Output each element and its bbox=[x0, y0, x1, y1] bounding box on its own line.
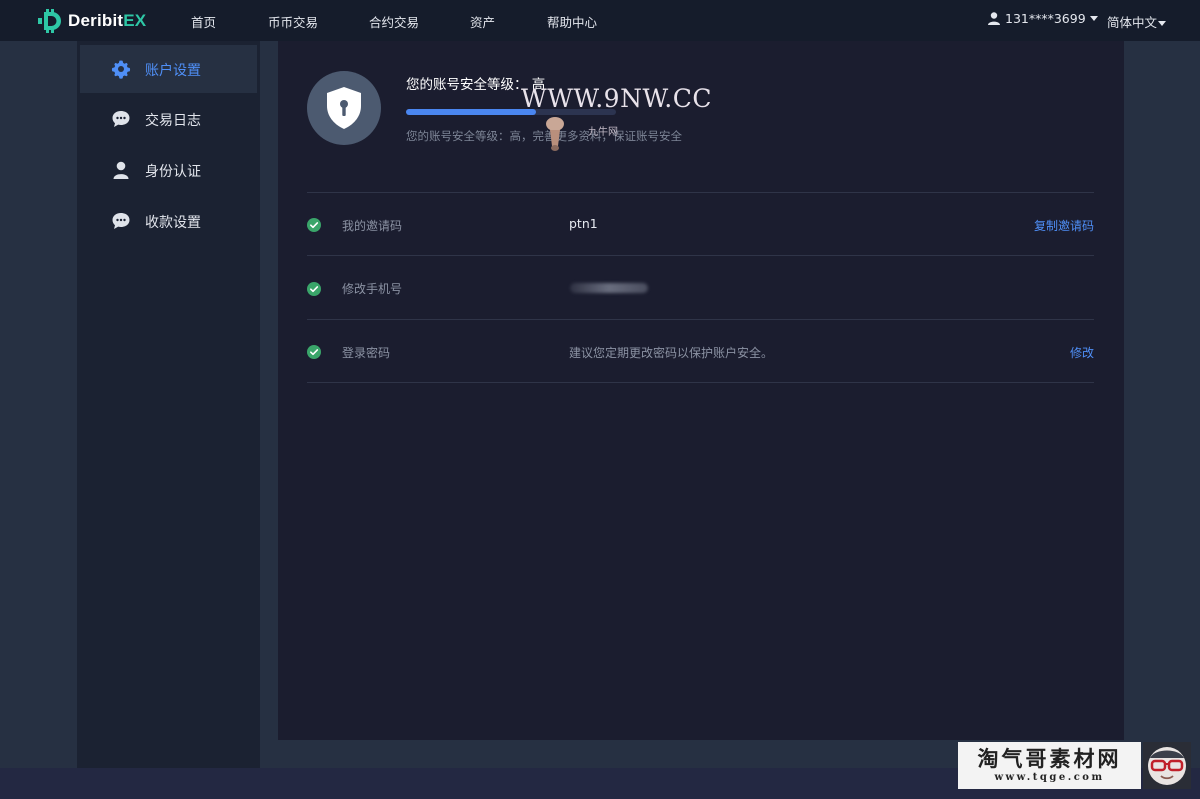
chevron-down-icon bbox=[1158, 21, 1167, 26]
sidebar-item-label: 交易日志 bbox=[145, 113, 201, 129]
change-phone-label[interactable]: 修改手机号 bbox=[342, 280, 402, 297]
logo-text: DeribitEX bbox=[68, 11, 146, 31]
sidebar-item-label: 身份认证 bbox=[145, 164, 201, 180]
copy-invite-code-link[interactable]: 复制邀请码 bbox=[1034, 217, 1094, 234]
chevron-down-icon bbox=[1089, 16, 1098, 21]
badge-title: 淘气哥素材网 bbox=[977, 746, 1122, 771]
language-label: 简体中文 bbox=[1107, 15, 1158, 30]
watermark-text: 九牛网 bbox=[588, 127, 618, 138]
gear-icon bbox=[111, 60, 131, 79]
sidebar-item-trade-log[interactable]: 交易日志 bbox=[80, 95, 257, 143]
watermark-url: WWW.9NW.CC bbox=[521, 84, 712, 113]
logo-main: Deribit bbox=[68, 11, 124, 30]
security-level-fill bbox=[406, 109, 537, 115]
watermark-figure-icon bbox=[546, 117, 564, 151]
divider bbox=[307, 192, 1094, 193]
nav-assets[interactable]: 资产 bbox=[470, 12, 495, 31]
sidebar-item-label: 账户设置 bbox=[145, 63, 201, 79]
language-selector[interactable]: 简体中文 bbox=[1107, 12, 1167, 31]
check-circle-icon bbox=[307, 218, 321, 232]
invite-code-value: ptn1 bbox=[569, 216, 598, 231]
nav-spot-trading[interactable]: 币币交易 bbox=[268, 12, 318, 31]
divider bbox=[307, 255, 1094, 256]
chat-bubble-icon bbox=[112, 111, 130, 127]
divider bbox=[307, 382, 1094, 383]
top-navigation-bar: DeribitEX 首页 币币交易 合约交易 资产 帮助中心 131****36… bbox=[0, 0, 1200, 41]
user-icon bbox=[988, 12, 1000, 25]
invite-code-label: 我的邀请码 bbox=[342, 219, 403, 233]
chat-bubble-icon bbox=[112, 213, 130, 229]
user-icon bbox=[113, 161, 129, 179]
blurred-phone-number bbox=[570, 283, 648, 293]
account-settings-panel: 您的账号安全等级： 高 您的账号安全等级：高，完善更多资料，保证账号安全 我的邀… bbox=[278, 41, 1124, 740]
shield-lock-icon bbox=[327, 87, 361, 129]
site-watermark-badge: 淘气哥素材网 www.tqge.com bbox=[958, 742, 1141, 789]
check-circle-icon bbox=[307, 345, 321, 359]
sidebar-item-account-settings[interactable]: 账户设置 bbox=[80, 45, 257, 93]
sidebar: 账户设置 交易日志 身份认证 收款设置 bbox=[77, 41, 260, 768]
password-hint: 建议您定期更改密码以保护账户安全。 bbox=[569, 346, 774, 360]
logo-accent: EX bbox=[123, 11, 147, 30]
user-phone: 131****3699 bbox=[1005, 11, 1086, 26]
badge-url: www.tqge.com bbox=[994, 772, 1105, 783]
user-menu[interactable]: 131****3699 bbox=[988, 11, 1098, 26]
check-circle-icon bbox=[307, 282, 321, 296]
sidebar-item-label: 收款设置 bbox=[145, 215, 201, 231]
glasses-face-icon bbox=[1148, 746, 1186, 785]
security-shield-badge bbox=[307, 71, 381, 145]
nav-contract-trading[interactable]: 合约交易 bbox=[369, 12, 419, 31]
divider bbox=[307, 319, 1094, 320]
sidebar-item-identity-verification[interactable]: 身份认证 bbox=[80, 146, 257, 194]
login-password-label: 登录密码 bbox=[342, 346, 391, 360]
logo[interactable]: DeribitEX bbox=[36, 9, 146, 33]
change-password-link[interactable]: 修改 bbox=[1070, 344, 1094, 361]
nav-home[interactable]: 首页 bbox=[191, 12, 216, 31]
nav-help-center[interactable]: 帮助中心 bbox=[547, 12, 597, 31]
badge-avatar bbox=[1143, 742, 1191, 789]
deribit-logo-icon bbox=[38, 9, 61, 33]
sidebar-item-payment-settings[interactable]: 收款设置 bbox=[80, 197, 257, 245]
